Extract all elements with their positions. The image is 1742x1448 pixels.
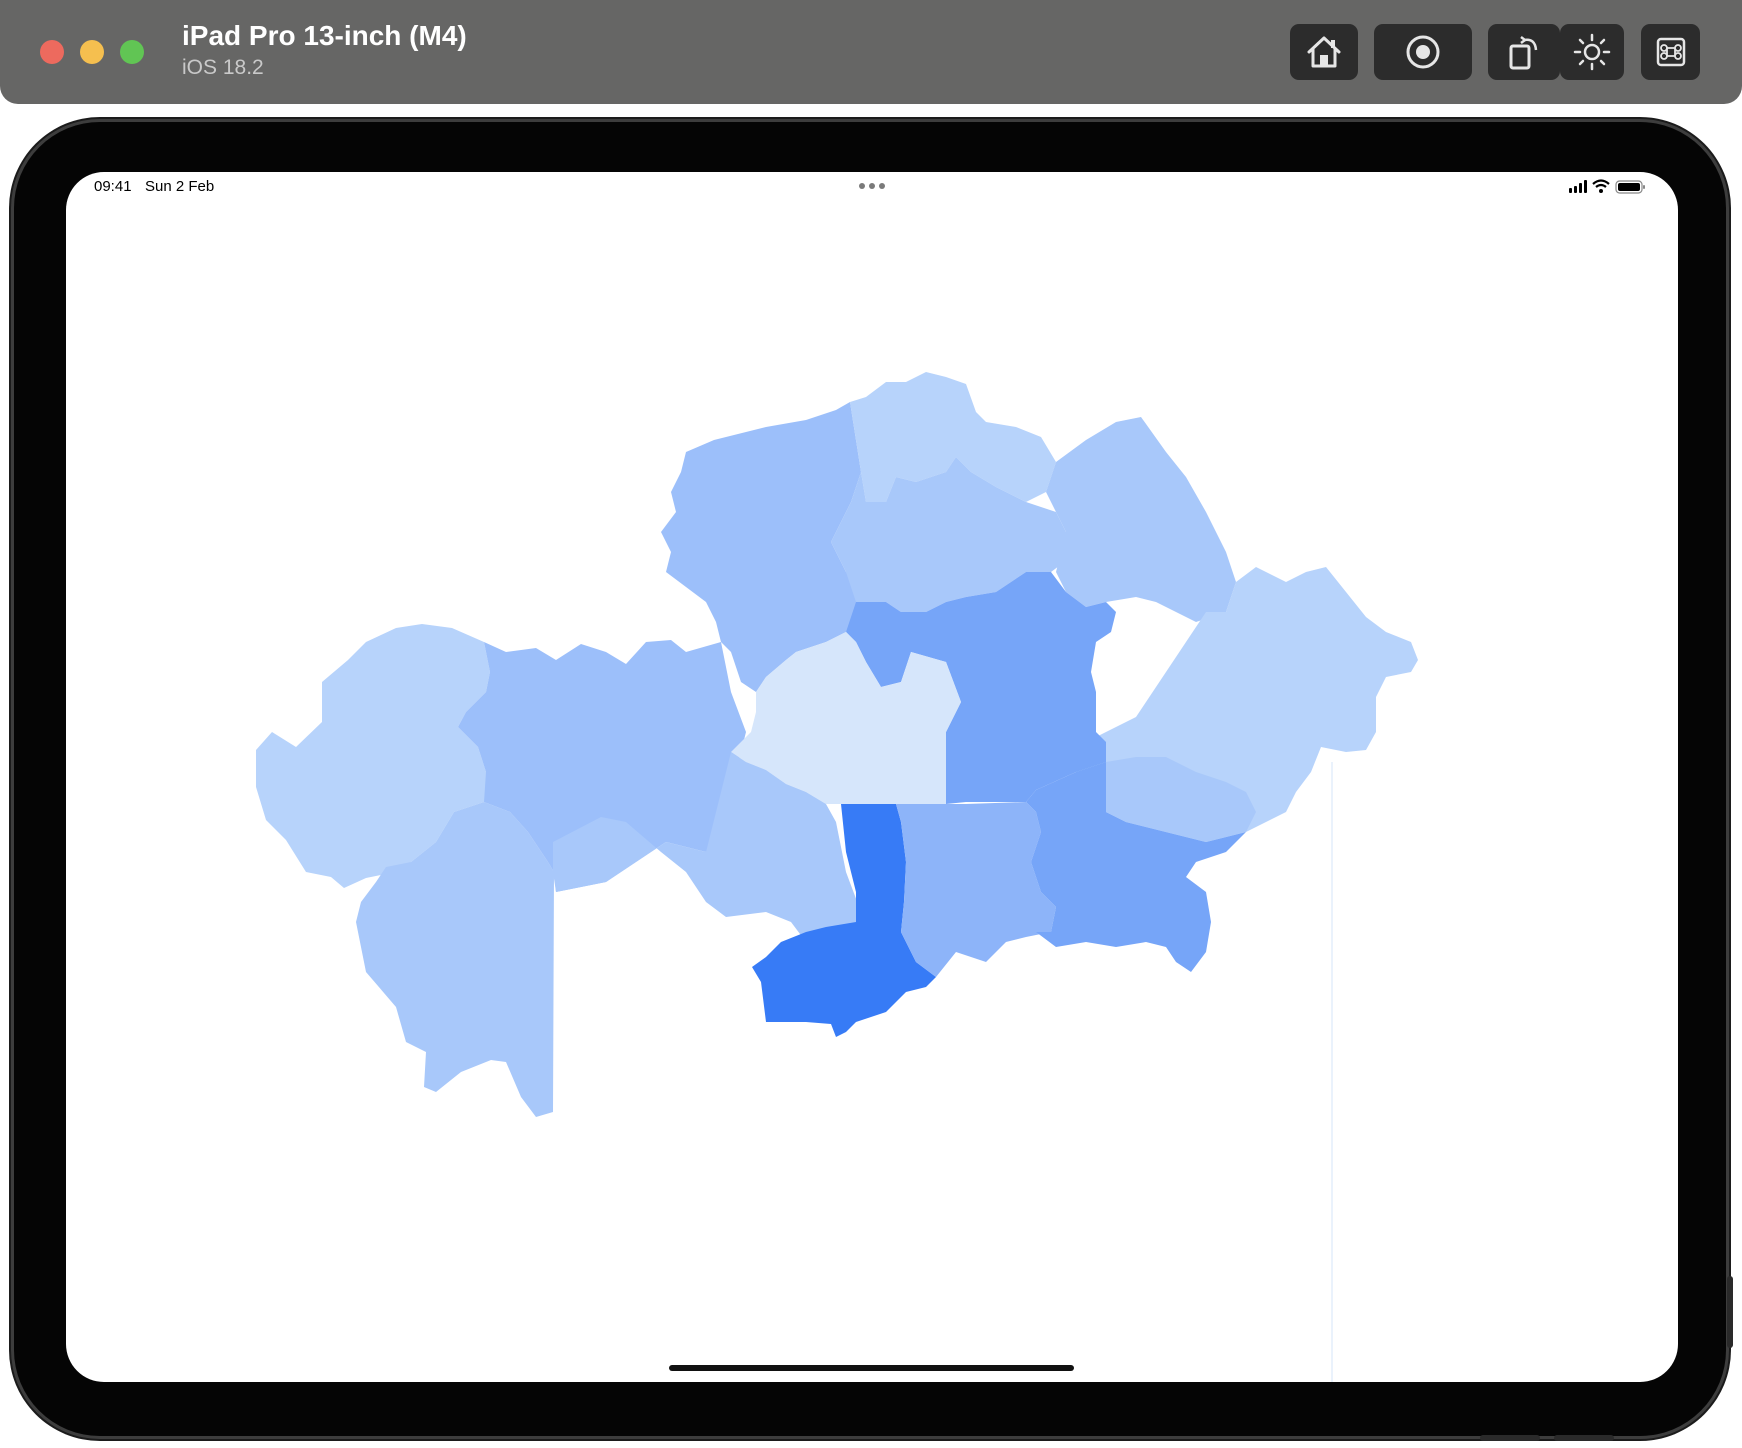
appearance-button[interactable]	[1560, 24, 1624, 80]
os-version: iOS 18.2	[182, 56, 264, 79]
home-button[interactable]	[1290, 24, 1358, 80]
screenshot-icon	[1406, 35, 1440, 69]
ipad-screen: 09:41 Sun 2 Feb	[66, 172, 1678, 1382]
zoom-window-button[interactable]	[120, 40, 144, 64]
home-icon	[1307, 36, 1341, 68]
volume-down-button[interactable]	[1554, 1435, 1614, 1441]
command-icon	[1656, 37, 1685, 67]
rotate-button[interactable]	[1488, 24, 1560, 80]
simulator-titlebar: iPad Pro 13-inch (M4) iOS 18.2	[0, 0, 1742, 104]
command-button[interactable]	[1641, 24, 1700, 80]
brightness-icon	[1573, 33, 1611, 71]
region-pavlodar[interactable]	[1046, 417, 1236, 622]
rotate-icon	[1509, 36, 1538, 70]
region-zhambyl[interactable]	[896, 802, 1056, 977]
choropleth-map	[256, 372, 1418, 1382]
home-indicator[interactable]	[669, 1365, 1074, 1371]
minimize-window-button[interactable]	[80, 40, 104, 64]
volume-up-button[interactable]	[1480, 1435, 1540, 1441]
screenshot-button[interactable]	[1374, 24, 1472, 80]
close-window-button[interactable]	[40, 40, 64, 64]
side-button[interactable]	[1727, 1276, 1733, 1348]
device-name: iPad Pro 13-inch (M4)	[182, 20, 467, 51]
